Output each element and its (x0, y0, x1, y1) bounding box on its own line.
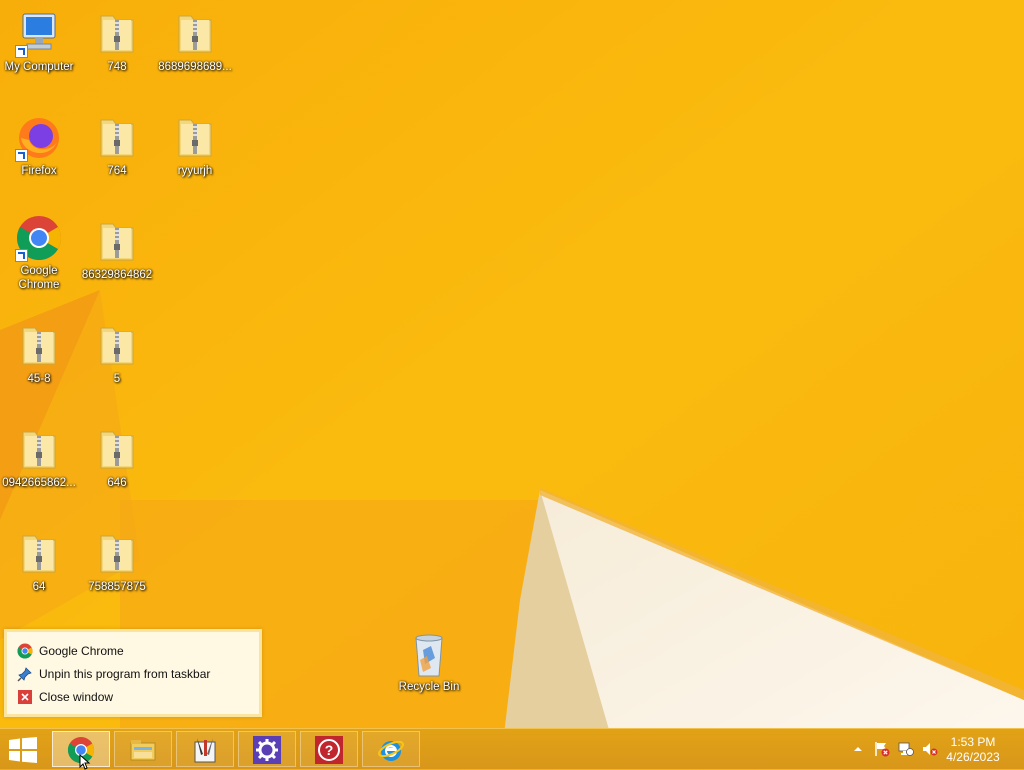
jumplist-item-close-window[interactable]: Close window (17, 687, 113, 707)
desktop-icon-label: 5 (113, 373, 121, 385)
taskbar-button-file-explorer[interactable] (114, 731, 172, 767)
taskbar: ? 1:53 PM 4/26/2023 (0, 728, 1024, 770)
taskbar-button-tools[interactable] (176, 731, 234, 767)
internet-explorer-icon (377, 736, 405, 764)
desktop-icon-45-8[interactable]: 45-8 (0, 322, 78, 386)
action-center-flag-icon[interactable] (874, 741, 890, 757)
chrome-icon (17, 643, 33, 659)
file-explorer-icon (129, 736, 157, 764)
taskbar-jump-list: Google Chrome Unpin this program from ta… (4, 629, 262, 717)
desktop-icon-label: ryyurjh (177, 165, 213, 177)
zip-folder-icon (171, 114, 219, 162)
desktop-icon-label: 748 (107, 61, 127, 73)
desktop-icon-758857875[interactable]: 758857875 (78, 530, 156, 594)
desktop-icon-label: My Computer (4, 61, 74, 73)
zip-folder-icon (15, 426, 63, 474)
desktop-icon-firefox[interactable]: Firefox (0, 114, 78, 178)
desktop-icon-label: 0942665862... (2, 477, 76, 489)
desktop-icon-recycle-bin[interactable]: Recycle Bin (390, 630, 468, 694)
zip-folder-icon (93, 114, 141, 162)
tools-icon (191, 736, 219, 764)
system-tray: 1:53 PM 4/26/2023 (824, 729, 1024, 769)
firefox-icon (15, 114, 63, 162)
help-icon: ? (315, 736, 343, 764)
desktop-icon-label: 86329864862 (81, 269, 153, 281)
desktop-icon-label: 758857875 (88, 581, 146, 593)
shortcut-arrow-icon (15, 249, 28, 262)
zip-folder-icon (93, 322, 141, 370)
desktop-icon-label: Recycle Bin (398, 681, 460, 693)
start-button[interactable] (8, 737, 38, 763)
zip-folder-icon (171, 10, 219, 58)
taskbar-button-chrome[interactable] (52, 731, 110, 770)
recycle-bin-icon (405, 630, 453, 678)
volume-muted-icon[interactable] (922, 741, 938, 757)
desktop-icon-ryyurjh[interactable]: ryyurjh (156, 114, 234, 178)
taskbar-button-internet-explorer[interactable] (362, 731, 420, 767)
zip-folder-icon (93, 426, 141, 474)
desktop-icon-764[interactable]: 764 (78, 114, 156, 178)
jumplist-item-open-chrome[interactable]: Google Chrome (17, 641, 124, 661)
desktop-icon-label: 45-8 (27, 373, 51, 385)
svg-text:?: ? (325, 742, 334, 758)
zip-folder-icon (93, 218, 141, 266)
desktop-icon-0942665862[interactable]: 0942665862... (0, 426, 78, 490)
desktop-icon-646[interactable]: 646 (78, 426, 156, 490)
desktop-icon-label: 764 (107, 165, 127, 177)
zip-folder-icon (15, 322, 63, 370)
show-hidden-icons-icon[interactable] (850, 741, 866, 757)
zip-folder-icon (93, 10, 141, 58)
gear-icon (253, 736, 281, 764)
desktop-icon-8689698689[interactable]: 8689698689... (156, 10, 234, 74)
desktop-icon-label: 64 (32, 581, 46, 593)
clock-date: 4/26/2023 (946, 750, 1000, 764)
desktop-icon-label: 646 (107, 477, 127, 489)
desktop-icon-64[interactable]: 64 (0, 530, 78, 594)
close-icon (17, 689, 33, 705)
desktop-icon-label: Firefox (21, 165, 57, 177)
desktop-icon-86329864862[interactable]: 86329864862 (78, 218, 156, 282)
computer-icon (15, 10, 63, 58)
shortcut-arrow-icon (15, 149, 28, 162)
taskbar-clock[interactable]: 1:53 PM 4/26/2023 (938, 735, 1008, 765)
jumplist-item-label: Unpin this program from taskbar (39, 667, 211, 681)
jumplist-item-label: Google Chrome (39, 644, 124, 658)
clock-time: 1:53 PM (950, 735, 996, 749)
desktop-icon-label: 8689698689... (158, 61, 232, 73)
jumplist-item-unpin[interactable]: Unpin this program from taskbar (17, 664, 210, 684)
desktop-icon-label: Google Chrome (18, 265, 60, 291)
zip-folder-icon (15, 530, 63, 578)
jumplist-item-label: Close window (39, 690, 114, 704)
shortcut-arrow-icon (15, 45, 28, 58)
desktop-icon-google-chrome[interactable]: Google Chrome (0, 214, 78, 292)
chrome-icon (15, 214, 63, 262)
taskbar-button-settings[interactable] (238, 731, 296, 767)
unpin-icon (17, 666, 33, 682)
network-icon[interactable] (898, 741, 914, 757)
desktop-icon-my-computer[interactable]: My Computer (0, 10, 78, 74)
zip-folder-icon (93, 530, 141, 578)
taskbar-button-help[interactable]: ? (300, 731, 358, 767)
windows-logo-icon (9, 737, 37, 763)
desktop-icon-5[interactable]: 5 (78, 322, 156, 386)
desktop-icon-748[interactable]: 748 (78, 10, 156, 74)
